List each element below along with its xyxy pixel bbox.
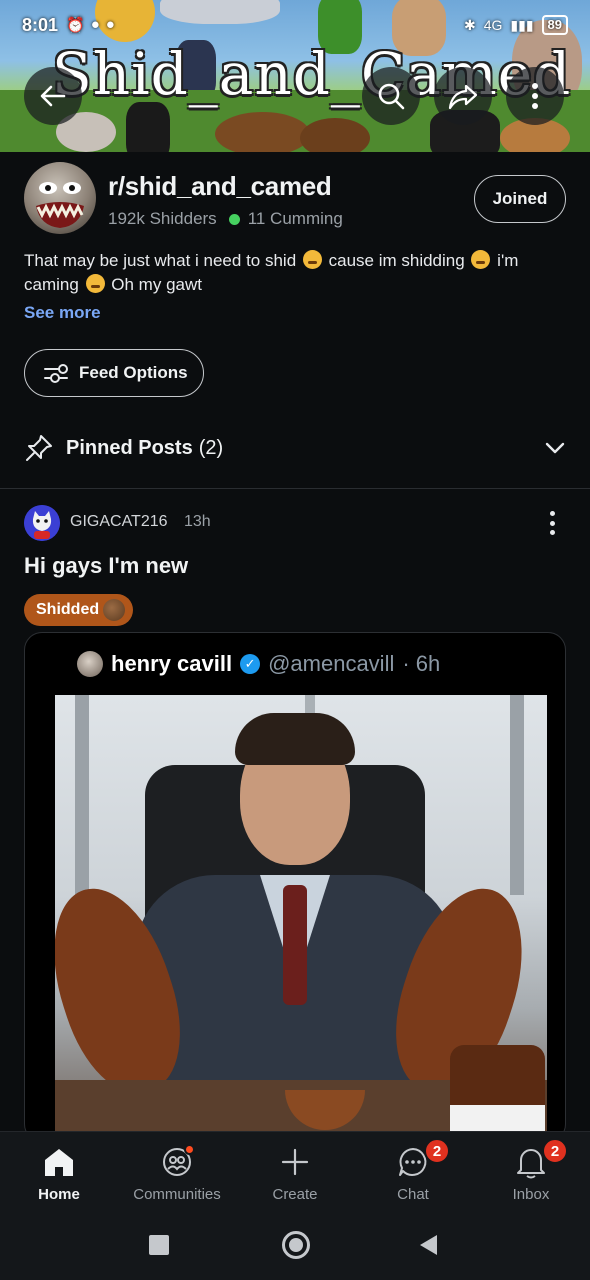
nav-communities[interactable]: Communities <box>118 1132 236 1213</box>
smiling-face-emoji-icon <box>471 250 491 269</box>
nav-communities-label: Communities <box>133 1186 221 1203</box>
tweet-photo <box>55 695 547 1141</box>
pinned-posts-count: (2) <box>198 436 224 459</box>
description-text: Oh my gawt <box>111 275 202 294</box>
status-bar: 8:01 ⏰ ● ● ✱ 4G ▮▮▮ 89 <box>0 10 590 40</box>
monster-face-icon <box>36 182 84 228</box>
post-author-name[interactable]: GIGACAT216 <box>70 513 168 531</box>
banner-title: Shid_and_Camed <box>52 40 572 108</box>
description-text: That may be just what i need to shid <box>24 251 297 270</box>
chevron-down-icon <box>545 442 565 454</box>
nav-inbox-label: Inbox <box>512 1186 550 1203</box>
nav-create[interactable]: Create <box>236 1132 354 1213</box>
home-system-button[interactable] <box>282 1231 310 1259</box>
photo-decoration <box>75 695 89 895</box>
description-text: cause im shidding <box>328 251 465 270</box>
nav-chat-label: Chat <box>397 1186 429 1203</box>
pinned-posts-label: Pinned Posts <box>66 436 193 459</box>
post-flair[interactable]: Shidded <box>24 594 134 626</box>
nav-chat[interactable]: 2 Chat <box>354 1132 472 1213</box>
more-dot <box>549 520 555 526</box>
feed-options-button[interactable]: Feed Options <box>24 349 204 397</box>
banner-decoration <box>215 112 310 152</box>
pin-icon <box>26 435 52 461</box>
status-right: ✱ 4G ▮▮▮ 89 <box>464 15 568 35</box>
feed-options-label: Feed Options <box>79 363 188 382</box>
subreddit-avatar[interactable] <box>24 162 96 234</box>
chat-badge: 2 <box>424 1138 450 1164</box>
recents-button[interactable] <box>149 1235 169 1255</box>
sliders-icon <box>44 364 68 383</box>
photo-decoration <box>510 695 524 895</box>
more-vertical-icon <box>549 511 555 516</box>
communities-notification-dot <box>184 1144 195 1155</box>
banner-decoration <box>300 118 370 152</box>
back-button[interactable] <box>24 67 82 125</box>
search-icon <box>378 83 405 110</box>
subreddit-stats: 192k Shidders 11 Cumming <box>108 209 343 229</box>
tweet-header: henry cavill ✓ @amencavill · 6h <box>77 651 440 677</box>
battery-icon: 89 <box>541 15 568 35</box>
back-arrow-icon <box>40 85 66 107</box>
plus-icon <box>277 1144 313 1180</box>
share-icon <box>448 84 478 110</box>
tweet-author-name: henry cavill <box>111 651 233 676</box>
flair-emoji-icon <box>103 599 126 621</box>
back-system-button[interactable] <box>420 1235 437 1255</box>
nav-inbox[interactable]: 2 Inbox <box>472 1132 590 1213</box>
verified-badge-icon: ✓ <box>240 654 261 674</box>
photo-decoration <box>235 713 355 765</box>
overflow-menu-button[interactable] <box>506 67 564 125</box>
community-banner: Shid_and_Camed 8:01 ⏰ ● ● ✱ 4G ▮▮▮ 89 <box>0 0 590 152</box>
nav-home[interactable]: Home <box>0 1132 118 1213</box>
tweet-handle: @amencavill <box>268 651 395 676</box>
post-overflow-menu-button[interactable] <box>540 508 564 538</box>
weary-face-emoji-icon <box>302 250 322 269</box>
cat-avatar-icon <box>24 505 60 541</box>
section-divider <box>0 488 590 489</box>
home-circle-icon <box>289 1238 303 1252</box>
share-button[interactable] <box>434 67 492 125</box>
subreddit-name[interactable]: r/shid_and_camed <box>108 171 332 202</box>
post-title[interactable]: Hi gays I'm new <box>24 553 188 579</box>
more-dot <box>549 530 555 535</box>
pinned-posts-toggle[interactable]: Pinned Posts (2) <box>0 422 590 474</box>
online-indicator-icon <box>228 213 240 225</box>
message-icon: ● <box>90 16 100 33</box>
nav-home-label: Home <box>38 1186 80 1203</box>
app-icon: ● <box>105 16 115 33</box>
notification-icons: ⏰ ● ● <box>66 16 115 34</box>
more-vertical-icon <box>532 83 538 109</box>
post-image[interactable]: henry cavill ✓ @amencavill · 6h <box>24 632 566 1142</box>
weary-face-emoji-icon <box>85 274 105 293</box>
photo-decoration <box>283 885 307 1005</box>
see-more-link[interactable]: See more <box>24 303 101 323</box>
banner-decoration <box>126 102 170 152</box>
subreddit-description: That may be just what i need to shid cau… <box>24 249 564 297</box>
post-timestamp: 13h <box>184 513 211 530</box>
network-label: 4G <box>483 17 503 33</box>
alarm-icon: ⏰ <box>66 17 85 34</box>
home-icon <box>41 1144 77 1180</box>
online-count: 11 Cumming <box>247 209 343 228</box>
member-count: 192k Shidders <box>108 209 217 228</box>
tweet-age: · 6h <box>402 651 441 676</box>
status-time: 8:01 <box>22 14 59 35</box>
flair-label: Shidded <box>36 601 100 618</box>
bottom-navigation: Home Communities Create 2 Chat 2 Inbox <box>0 1131 590 1213</box>
bluetooth-icon: ✱ <box>463 16 476 33</box>
search-button[interactable] <box>362 67 420 125</box>
inbox-badge: 2 <box>542 1138 568 1164</box>
nav-create-label: Create <box>272 1186 318 1203</box>
tweet-avatar <box>77 651 103 677</box>
joined-button[interactable]: Joined <box>474 175 566 223</box>
signal-icon: ▮▮▮ <box>510 16 534 33</box>
system-navigation-bar <box>0 1213 590 1280</box>
post-author-avatar[interactable] <box>24 505 60 541</box>
